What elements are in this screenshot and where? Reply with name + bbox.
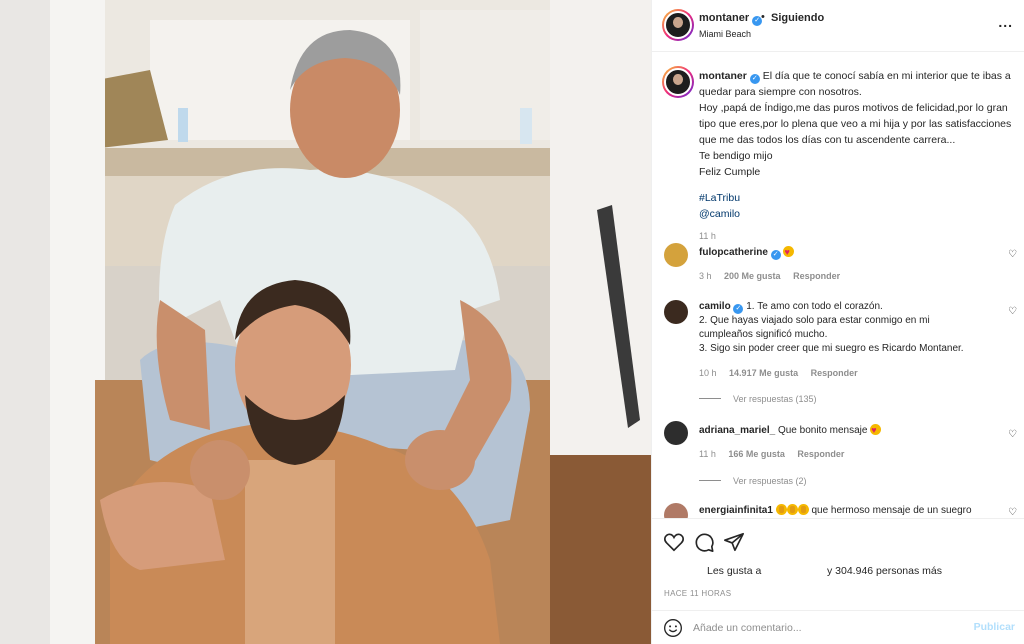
comment-line-1: 1. Te amo con todo el corazón. [746, 301, 883, 312]
photo-illustration [0, 0, 651, 644]
comment-likes[interactable]: 166 Me gusta [728, 449, 785, 459]
comment-likes[interactable]: 14.917 Me gusta [729, 368, 798, 378]
verified-badge-icon: ✓ [749, 74, 760, 84]
mention-link[interactable]: @camilo [699, 206, 1014, 222]
commenter-avatar[interactable] [664, 421, 688, 445]
share-send-icon[interactable] [723, 531, 745, 553]
comment-text: Que bonito mensaje [777, 425, 868, 436]
heart-eyes-emoji [783, 245, 795, 259]
caption-line-4: tipo que eres,por lo plena que veo a mi … [699, 118, 1012, 130]
view-replies-button[interactable]: Ver respuestas (2) [699, 476, 807, 486]
comment-meta: 10 h 14.917 Me gusta Responder [699, 368, 868, 378]
commenter-username[interactable]: energiainfinita1 [699, 505, 773, 516]
post-actions: Les gusta a y 304.946 personas más HACE … [652, 518, 1024, 610]
caption-line-1: El día que te conocí sabía en mi interio… [762, 70, 1011, 82]
heart-eyes-emoji [870, 423, 882, 437]
comment-input[interactable] [693, 619, 953, 637]
comment-body: fulopcatherine ✓ [699, 245, 999, 260]
caption-author[interactable]: montaner [699, 70, 747, 82]
instagram-post-modal: montaner ✓ • Siguiendo Miami Beach ... m… [0, 0, 1024, 644]
more-options-icon[interactable]: ... [998, 14, 1013, 30]
commenter-username[interactable]: fulopcatherine [699, 247, 768, 258]
commenter-username[interactable]: adriana_mariel_ [699, 425, 775, 436]
commenter-username[interactable]: camilo [699, 301, 731, 312]
follow-status-button[interactable]: Siguiendo [771, 12, 824, 24]
post-photo[interactable] [0, 0, 651, 644]
caption-line-3: Hoy ,papá de Índigo,me das puros motivos… [699, 102, 1008, 114]
comment-meta: 11 h 166 Me gusta Responder [699, 449, 854, 459]
author-name[interactable]: montaner ✓ [699, 12, 763, 26]
verified-badge-icon: ✓ [733, 304, 744, 314]
publish-button[interactable]: Publicar [974, 621, 1015, 633]
verified-badge-icon: ✓ [770, 250, 781, 260]
reply-button[interactable]: Responder [811, 368, 858, 378]
reply-button[interactable]: Responder [797, 449, 844, 459]
separator-dot: • [761, 11, 765, 23]
comment-likes[interactable]: 200 Me gusta [724, 271, 781, 281]
clap-emoji [775, 504, 787, 515]
comment-body: energiainfinita1 que hermoso mensaje de … [699, 504, 999, 518]
like-heart-icon[interactable] [663, 531, 685, 553]
author-username[interactable]: montaner [699, 12, 749, 24]
clap-emoji [786, 504, 798, 515]
commenter-avatar[interactable] [664, 503, 688, 518]
author-avatar[interactable] [662, 9, 694, 41]
comment-time: 3 h [699, 271, 712, 281]
like-comment-heart-icon[interactable]: ♡ [1008, 306, 1017, 317]
comment-body: adriana_mariel_ Que bonito mensaje [699, 423, 999, 438]
commenter-avatar[interactable] [664, 243, 688, 267]
comment-text: que hermoso mensaje de un suegro [811, 505, 972, 516]
likes-prefix: Les gusta a [707, 565, 762, 577]
comment-bubble-icon[interactable] [693, 531, 715, 553]
emoji-picker-icon[interactable] [663, 618, 683, 638]
comment-line-2: 2. Que hayas viajado solo para estar con… [699, 315, 930, 326]
comment-body: camilo ✓ 1. Te amo con todo el corazón. … [699, 300, 999, 356]
like-comment-heart-icon[interactable]: ♡ [1008, 249, 1017, 260]
caption-author-avatar[interactable] [662, 66, 694, 98]
view-replies-button[interactable]: Ver respuestas (135) [699, 394, 817, 404]
caption-line-2: quedar para siempre con nosotros. [699, 86, 862, 98]
clap-emoji [797, 504, 809, 515]
post-side-panel: montaner ✓ • Siguiendo Miami Beach ... m… [651, 0, 1024, 644]
likes-count[interactable]: y 304.946 personas más [827, 565, 942, 577]
post-timestamp: HACE 11 HORAS [664, 589, 732, 598]
like-comment-heart-icon[interactable]: ♡ [1008, 507, 1017, 518]
caption-time: 11 h [699, 231, 716, 241]
comment-line-4: 3. Sigo sin poder creer que mi suegro es… [699, 343, 964, 354]
comment-time: 11 h [699, 449, 716, 459]
comment-meta: 3 h 200 Me gusta Responder [699, 271, 850, 281]
post-location[interactable]: Miami Beach [699, 29, 751, 39]
caption-line-6: Te bendigo mijo [699, 150, 773, 162]
post-header: montaner ✓ • Siguiendo Miami Beach ... [652, 0, 1024, 52]
caption-line-7: Feliz Cumple [699, 166, 761, 178]
like-comment-heart-icon[interactable]: ♡ [1008, 429, 1017, 440]
post-caption: montaner ✓ El día que te conocí sabía en… [699, 68, 1014, 244]
comment-time: 10 h [699, 368, 717, 378]
comments-list[interactable]: montaner ✓ El día que te conocí sabía en… [652, 53, 1024, 518]
comment-line-3: cumpleaños significó mucho. [699, 329, 828, 340]
reply-button[interactable]: Responder [793, 271, 840, 281]
hashtag-link[interactable]: #LaTribu [699, 190, 1014, 206]
add-comment-bar: Publicar [652, 610, 1024, 644]
commenter-avatar[interactable] [664, 300, 688, 324]
caption-line-5: que me das todos los días con tu ascende… [699, 134, 956, 146]
